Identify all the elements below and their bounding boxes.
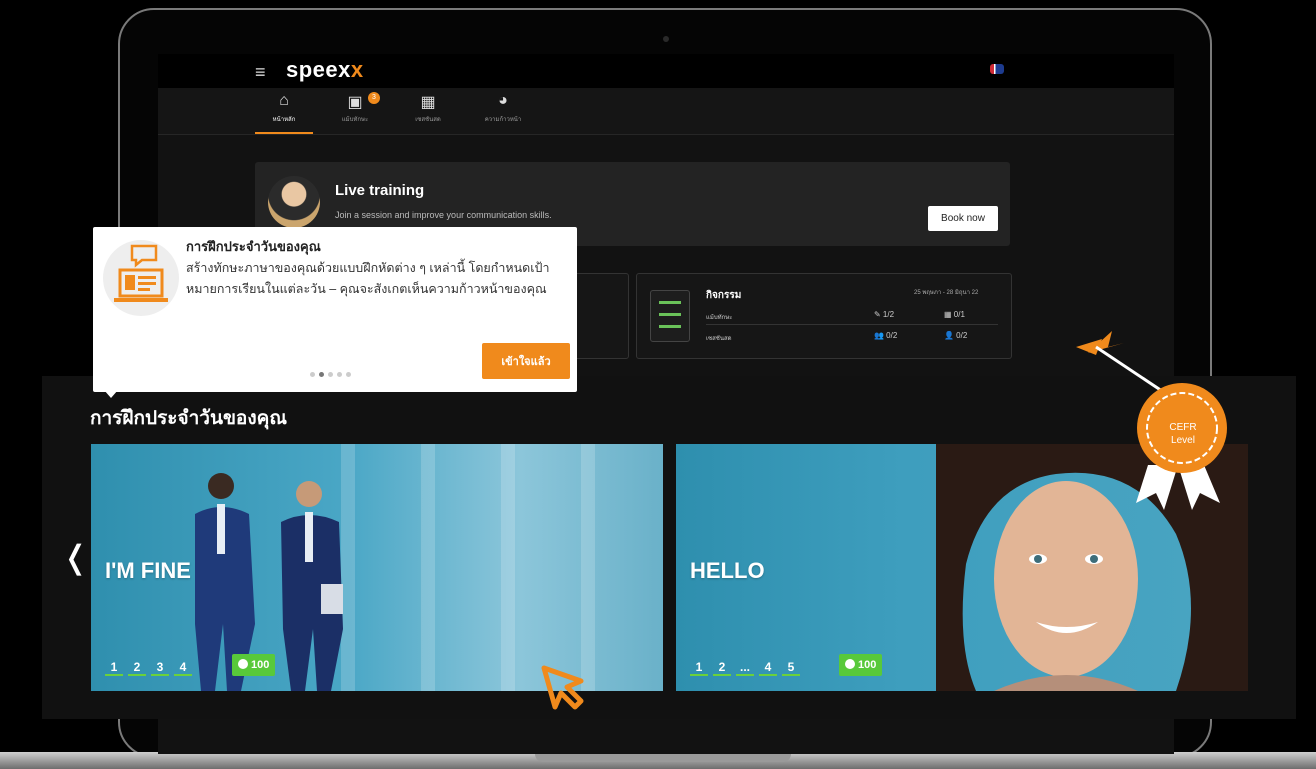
activity-row-value: 👤 0/2 [944,331,968,340]
chat-laptop-icon [114,244,168,302]
tooltip-title: การฝึกประจำวันของคุณ [186,239,321,254]
lesson-number[interactable]: 5 [782,660,800,676]
calendar-icon: ▦ [420,94,436,111]
pagination-dots [310,364,355,382]
activity-row-label: เซสชันสด [706,336,732,342]
lesson-number[interactable]: 1 [690,660,708,676]
tooltip-pointer [104,390,118,398]
cursor-pointer-icon [541,665,584,710]
tab-live-sessions[interactable]: ▦ เซสชันสด [393,92,463,124]
points-badge: 100 [232,654,276,676]
lesson-number[interactable]: 2 [713,660,731,676]
activity-row-label: แม้บทักษะ [706,315,733,321]
menu-icon[interactable]: ≡ [255,62,266,83]
activity-date-range: 25 พฤษภา - 28 มิถุนา 22 [914,290,979,296]
course-title: HELLO [690,558,765,583]
trainer-avatar [268,176,320,228]
lesson-number[interactable]: 1 [105,660,123,676]
notification-badge: 3 [368,92,380,104]
home-icon: ⌂ [279,92,289,109]
book-now-button[interactable]: Book now [928,206,998,231]
got-it-button[interactable]: เข้าใจแล้ว [482,343,570,379]
progress-icon: ◕ [498,92,508,109]
language-flag-icon[interactable] [990,64,1004,74]
points-icon [238,659,248,669]
live-training-title: Live training [335,182,425,199]
page-dot-active[interactable] [319,372,324,377]
page-dot[interactable] [346,372,351,377]
checklist-icon [650,290,690,342]
lesson-number[interactable]: 4 [174,660,192,676]
activity-row-value: ▦ 0/1 [944,310,965,319]
page-dot[interactable] [328,372,333,377]
live-training-subtitle: Join a session and improve your communic… [335,210,552,220]
activity-title: กิจกรรม [706,290,742,301]
daily-training-title: การฝึกประจำวันของคุณ [90,408,287,429]
page-dot[interactable] [310,372,315,377]
camera-dot [663,36,669,42]
tooltip-body: สร้างทักษะภาษาของคุณด้วยแบบฝึกหัดต่าง ๆ … [186,261,550,296]
points-badge: 100 [839,654,883,676]
lesson-number[interactable]: 4 [759,660,777,676]
lesson-numbers: 1 2... 4 5 [690,658,805,676]
lesson-number[interactable]: 2 [128,660,146,676]
previous-arrow-icon[interactable]: ❬ [62,538,89,576]
page-dot[interactable] [337,372,342,377]
course-title: I'M FINE [105,558,191,583]
divider [706,324,998,325]
lesson-number[interactable]: ... [736,660,754,676]
tab-home[interactable]: ⌂ หน้าหลัก [249,92,319,124]
course-card-im-fine[interactable]: I'M FINE 1234 100 [91,444,663,691]
lesson-numbers: 1234 [105,658,197,676]
app-logo[interactable]: speexx [286,57,364,83]
tab-progress[interactable]: ◕ ความก้าวหน้า [468,92,538,124]
cefr-label: CEFR Level [1169,422,1197,446]
activity-row-value: ✎ 1/2 [874,310,895,319]
points-icon [845,659,855,669]
active-tab-indicator [255,132,313,134]
lesson-number[interactable]: 3 [151,660,169,676]
cefr-badge-icon [1076,331,1227,510]
activity-row-value: 👥 0/2 [874,331,898,340]
